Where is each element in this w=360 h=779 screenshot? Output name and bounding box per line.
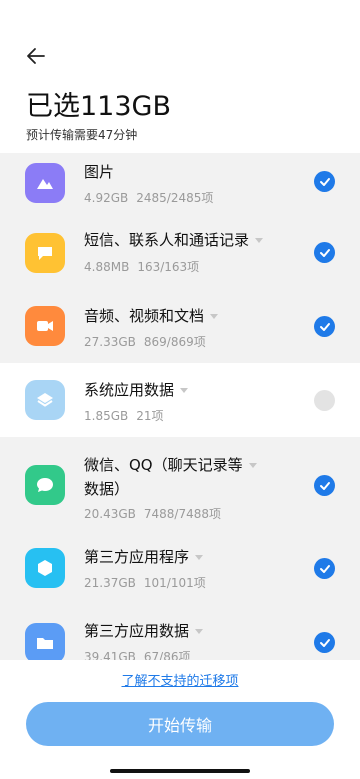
item-name: 音频、视频和文档: [84, 305, 219, 327]
list-item-messages[interactable]: 短信、联系人和通话记录 4.88MB 163/163项: [0, 215, 360, 289]
item-meta: 1.85GB 21项: [84, 407, 164, 424]
start-transfer-button[interactable]: 开始传输: [26, 702, 334, 746]
item-name-line1: 微信、QQ（聊天记录等: [84, 456, 243, 474]
item-checkbox[interactable]: [314, 316, 335, 337]
item-size: 4.88MB: [84, 260, 130, 274]
item-name-line2: 数据）: [84, 480, 130, 498]
chevron-down-icon[interactable]: [195, 555, 204, 560]
list-item-third-party-data[interactable]: 第三方应用数据 39.41GB 67/86项: [0, 607, 360, 660]
item-checkbox[interactable]: [314, 475, 335, 496]
chevron-down-icon[interactable]: [210, 314, 219, 319]
item-name-text: 第三方应用数据: [84, 622, 190, 640]
item-count: 2485/2485项: [136, 191, 214, 205]
item-name-text: 音频、视频和文档: [84, 307, 205, 325]
chevron-down-icon[interactable]: [255, 238, 264, 243]
chevron-down-icon[interactable]: [248, 463, 257, 468]
item-size: 27.33GB: [84, 335, 136, 349]
item-checkbox[interactable]: [314, 632, 335, 653]
item-name-text: 第三方应用程序: [84, 548, 190, 566]
list-item-system-app-data[interactable]: 系统应用数据 1.85GB 21项: [0, 363, 360, 437]
item-name: 第三方应用数据: [84, 620, 204, 642]
item-name: 微信、QQ（聊天记录等 数据）: [84, 453, 257, 501]
item-size: 21.37GB: [84, 576, 136, 590]
item-name-text: 短信、联系人和通话记录: [84, 231, 250, 249]
item-name: 系统应用数据: [84, 379, 189, 401]
item-meta: 21.37GB 101/101项: [84, 574, 206, 591]
category-list[interactable]: 图片 4.92GB 2485/2485项 短信、联系人和通话记录 4.88MB 16…: [0, 153, 360, 660]
item-meta: 27.33GB 869/869项: [84, 333, 206, 350]
item-meta: 20.43GB 7488/7488项: [84, 505, 221, 522]
chat-icon: [25, 465, 65, 505]
item-checkbox[interactable]: [314, 558, 335, 579]
item-size: 1.85GB: [84, 409, 129, 423]
item-checkbox[interactable]: [314, 390, 335, 411]
item-checkbox[interactable]: [314, 171, 335, 192]
item-size: 39.41GB: [84, 650, 136, 660]
page-title: 已选113GB: [26, 91, 171, 122]
gallery-icon: [25, 163, 65, 203]
list-item-photos[interactable]: 图片 4.92GB 2485/2485项: [0, 153, 360, 215]
video-icon: [25, 306, 65, 346]
item-name: 短信、联系人和通话记录: [84, 229, 264, 251]
chevron-down-icon[interactable]: [195, 629, 204, 634]
item-meta: 4.92GB 2485/2485项: [84, 189, 213, 206]
chevron-down-icon[interactable]: [180, 388, 189, 393]
item-meta: 4.88MB 163/163项: [84, 258, 199, 275]
message-icon: [25, 233, 65, 273]
back-arrow-icon[interactable]: [24, 44, 48, 68]
item-count: 163/163项: [137, 260, 200, 274]
layers-icon: [25, 380, 65, 420]
list-item-media[interactable]: 音频、视频和文档 27.33GB 869/869项: [0, 289, 360, 363]
item-size: 4.92GB: [84, 191, 129, 205]
item-name: 图片: [84, 163, 115, 181]
item-count: 67/86项: [143, 650, 191, 660]
item-count: 869/869项: [143, 335, 206, 349]
item-name-text: 系统应用数据: [84, 381, 175, 399]
item-count: 101/101项: [143, 576, 206, 590]
item-size: 20.43GB: [84, 507, 136, 521]
list-item-wechat-qq[interactable]: 微信、QQ（聊天记录等 数据） 20.43GB 7488/7488项: [0, 437, 360, 533]
box-icon: [25, 548, 65, 588]
item-checkbox[interactable]: [314, 242, 335, 263]
header: 已选113GB 预计传输需要47分钟: [0, 0, 360, 152]
item-count: 21项: [136, 409, 164, 423]
estimated-time: 预计传输需要47分钟: [26, 128, 138, 142]
item-meta: 39.41GB 67/86项: [84, 648, 190, 660]
item-count: 7488/7488项: [143, 507, 222, 521]
home-indicator[interactable]: [110, 769, 250, 773]
list-item-third-party-apps[interactable]: 第三方应用程序 21.37GB 101/101项: [0, 533, 360, 607]
unsupported-items-link[interactable]: 了解不支持的迁移项: [0, 670, 360, 689]
folder-icon: [25, 623, 65, 660]
item-name: 第三方应用程序: [84, 546, 204, 568]
